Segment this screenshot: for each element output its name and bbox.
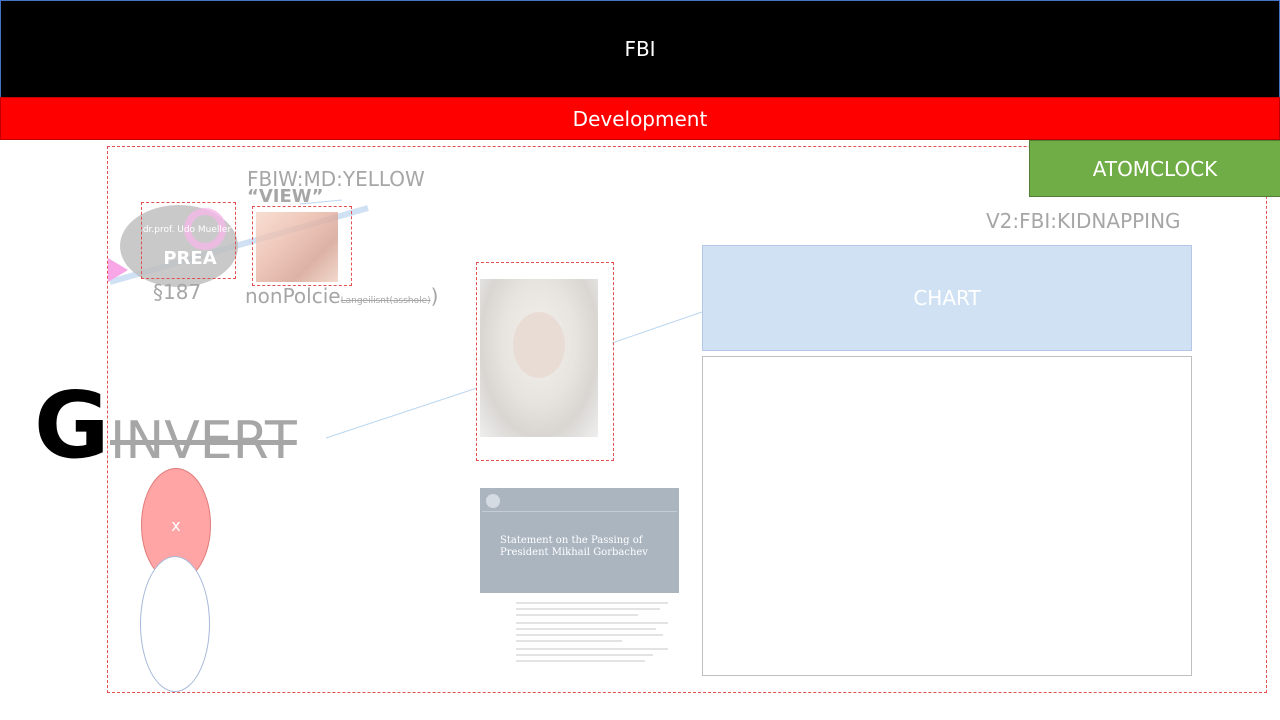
portrait-face-shape [513, 312, 565, 378]
drprof-label: dr.prof. Udo Mueller [142, 225, 232, 235]
invert-label: INVERT [110, 411, 297, 471]
invert-connector-line [325, 387, 478, 439]
section-label: §187 [153, 280, 202, 304]
g-letter: G [34, 372, 110, 479]
nonpolcie-subscript: Langeilisnt(asshole) [340, 296, 431, 306]
chart-connector-line [611, 311, 703, 344]
white-oval-shape [140, 556, 210, 692]
portrait-image [256, 212, 338, 282]
chart-placeholder[interactable]: CHART [702, 245, 1192, 351]
oval-x-label: x [171, 515, 181, 535]
nonpolcie-main: nonPolcie [245, 284, 341, 308]
website-nav [482, 491, 677, 512]
v2-label: V2:FBI:KIDNAPPING [986, 209, 1181, 233]
nonpolcie-paren: ) [430, 284, 439, 308]
empty-panel [702, 356, 1192, 676]
article-body-lines [516, 602, 668, 666]
nonpolcie-label: nonPolcieLangeilisnt(asshole)) [245, 284, 438, 308]
chart-label: CHART [913, 286, 981, 310]
seal-icon [486, 494, 500, 508]
prea-label: PREA [163, 247, 217, 269]
view-label: “VIEW” [247, 186, 324, 207]
article-title: Statement on the Passing of President Mi… [500, 535, 648, 558]
